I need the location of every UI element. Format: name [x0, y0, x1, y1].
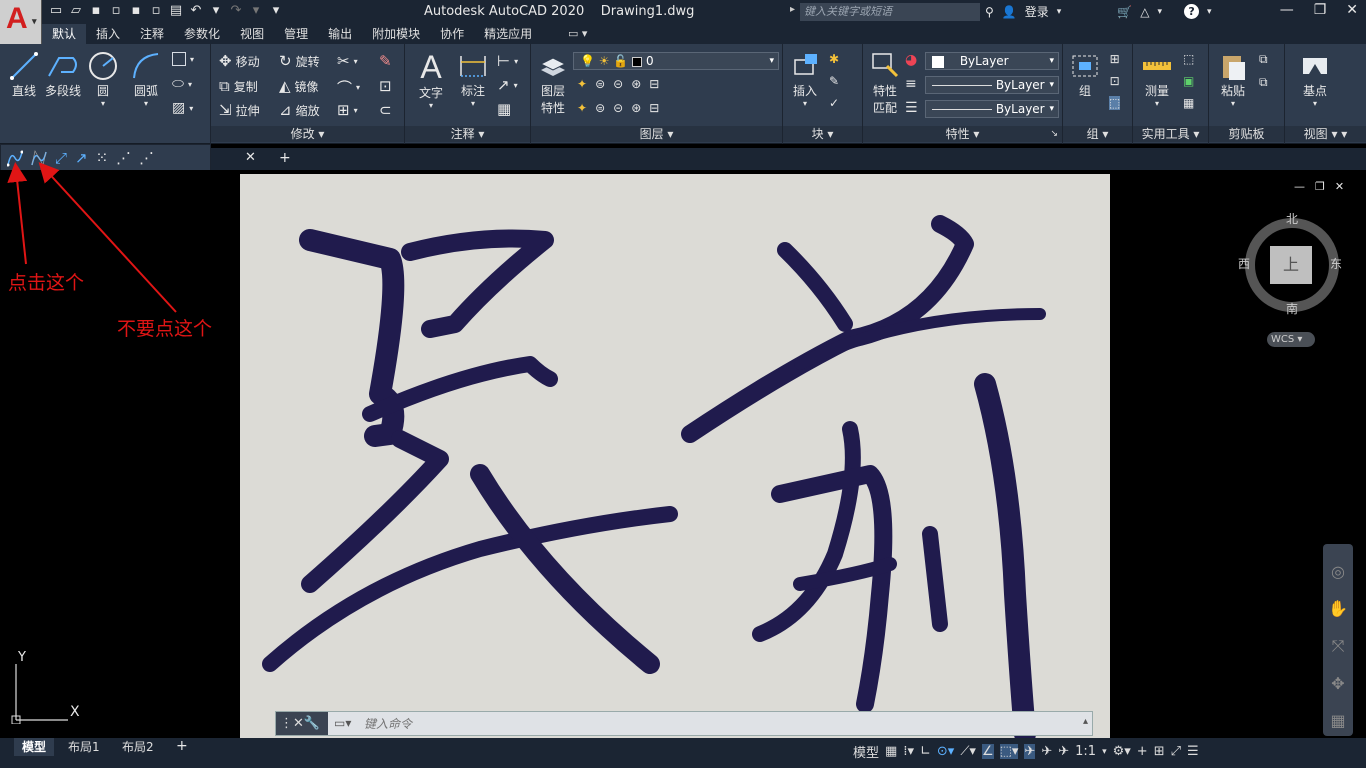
annotation-click-this: 点击这个 — [8, 272, 85, 294]
arrow-to-spline-fit — [7, 162, 28, 265]
annotation-arrows — [7, 162, 177, 313]
annotation-dont-click: 不要点这个 — [117, 318, 213, 340]
